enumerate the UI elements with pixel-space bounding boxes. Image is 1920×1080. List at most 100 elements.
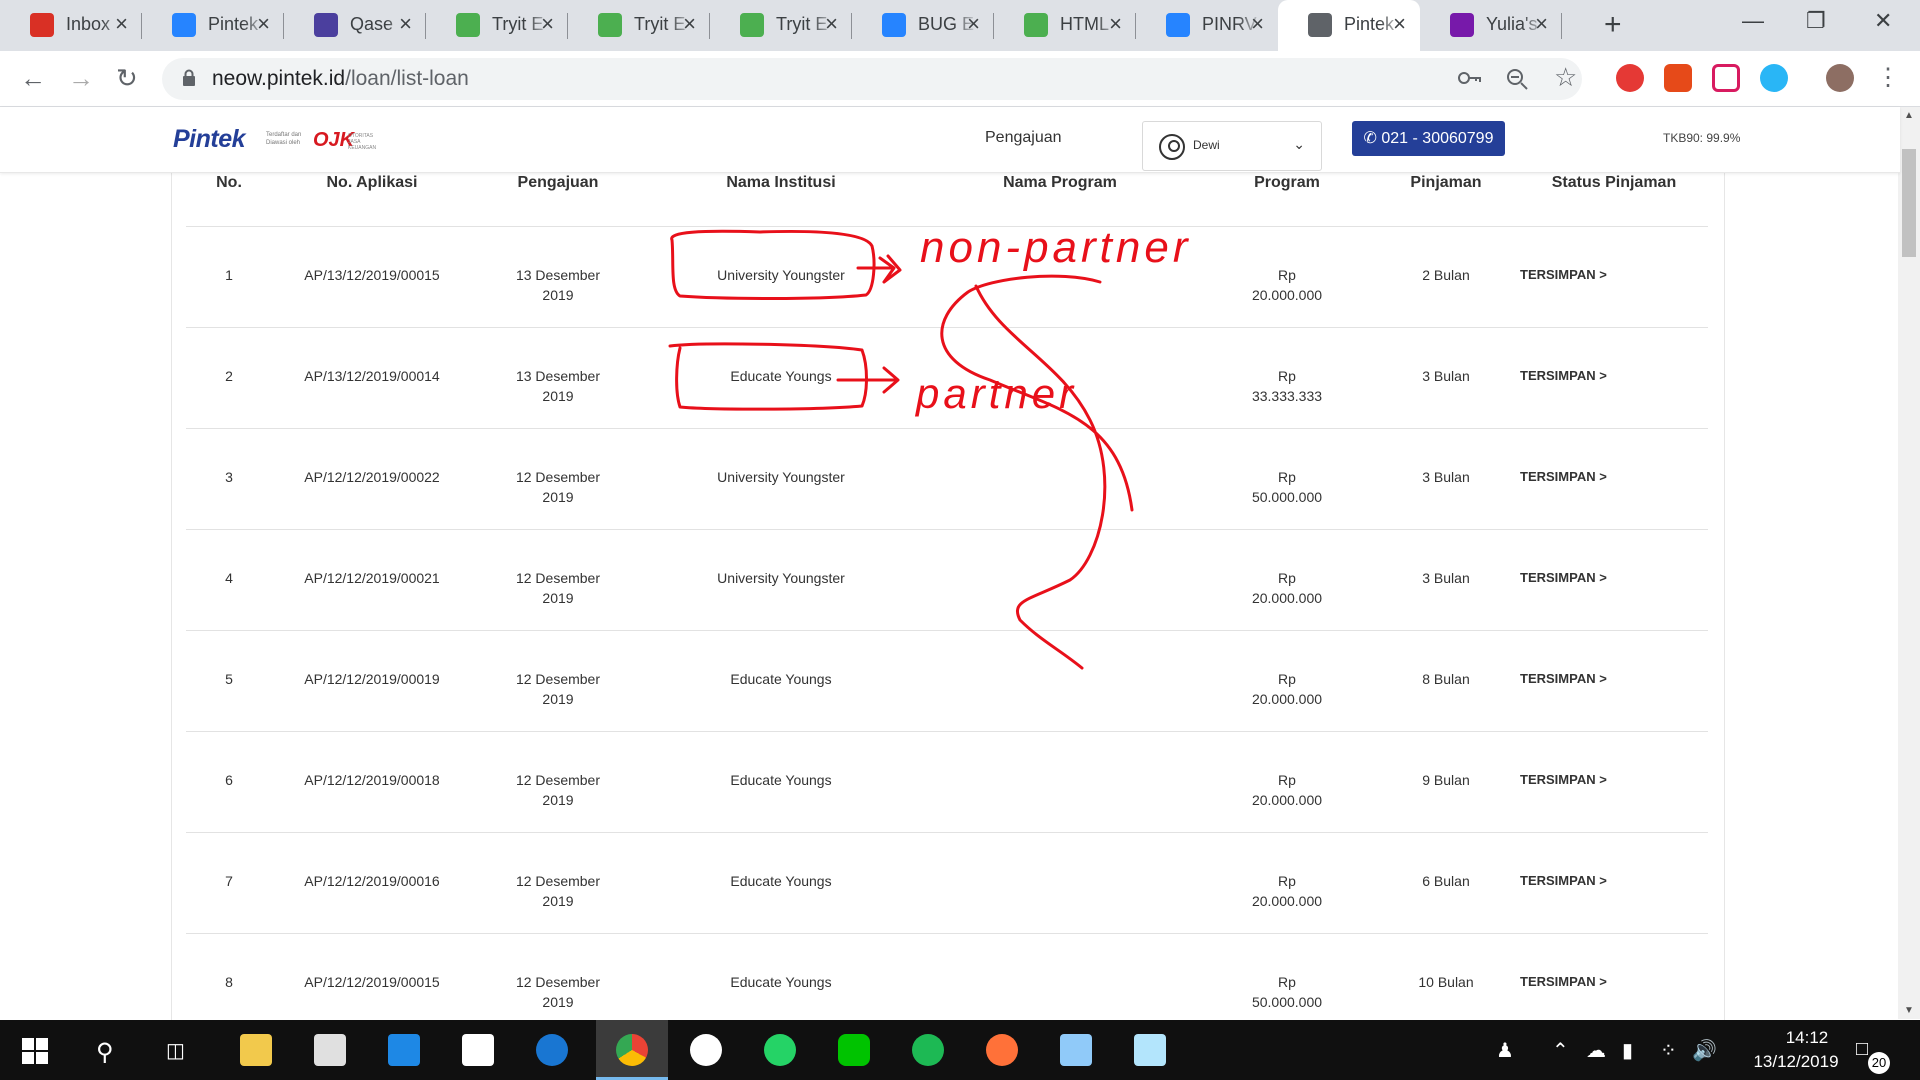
bookmark-star-icon[interactable]: ☆	[1554, 62, 1577, 93]
screenshot-extension-icon[interactable]	[1664, 64, 1692, 92]
adblock-extension-icon[interactable]	[1616, 64, 1644, 92]
restore-button[interactable]: ❐	[1806, 8, 1826, 34]
tab-close-icon[interactable]: ×	[825, 12, 838, 36]
program-name	[918, 630, 1202, 732]
table-row[interactable]: 3 AP/12/12/2019/00022 12 Desember 2019 Unive…	[186, 428, 1708, 530]
tab-close-icon[interactable]: ×	[967, 12, 980, 36]
notepad-icon[interactable]	[1134, 1034, 1166, 1066]
browser-tab[interactable]: BUG E ×	[852, 0, 994, 51]
onedrive-icon[interactable]: ☁	[1586, 1038, 1606, 1063]
nav-pengajuan-link[interactable]: Pengajuan	[985, 129, 1062, 147]
loan-status-link[interactable]: TERSIMPAN >	[1520, 428, 1708, 530]
tab-close-icon[interactable]: ×	[1535, 12, 1548, 36]
date-year: 2019	[542, 791, 574, 808]
battery-icon[interactable]: ▮	[1622, 1038, 1633, 1063]
page-scrollbar[interactable]: ▲ ▼	[1898, 107, 1920, 1019]
browser-tab[interactable]: Pintek ×	[142, 0, 284, 51]
profile-avatar[interactable]	[1826, 64, 1854, 92]
loan-status-link[interactable]: TERSIMPAN >	[1520, 933, 1708, 1035]
edge-icon[interactable]	[536, 1034, 568, 1066]
line-icon[interactable]	[838, 1034, 870, 1066]
submission-date: 12 Desember 2019	[472, 630, 644, 732]
firefox-icon[interactable]	[986, 1034, 1018, 1066]
loan-tenor: 3 Bulan	[1372, 327, 1520, 429]
clock-date[interactable]: 13/12/2019	[1736, 1052, 1856, 1072]
forward-button[interactable]: →	[68, 64, 94, 92]
loan-status-link[interactable]: TERSIMPAN >	[1520, 832, 1708, 934]
submission-date: 13 Desember 2019	[472, 226, 644, 328]
browser-tab[interactable]: Inbox ×	[0, 0, 142, 51]
menu-dots-icon[interactable]: ⋮	[1876, 64, 1900, 92]
scroll-thumb[interactable]	[1902, 149, 1916, 257]
tab-close-icon[interactable]: ×	[541, 12, 554, 36]
clock-time[interactable]: 14:12	[1762, 1028, 1852, 1048]
windows-start-icon[interactable]	[22, 1038, 48, 1064]
scroll-down-arrow[interactable]: ▼	[1904, 1005, 1914, 1016]
institution-name: University Youngster	[644, 226, 918, 328]
people-icon[interactable]: ♟	[1496, 1038, 1514, 1063]
loan-status-link[interactable]: TERSIMPAN >	[1520, 327, 1708, 429]
mail-icon[interactable]	[462, 1034, 494, 1066]
wifi-icon[interactable]: ⁘	[1660, 1038, 1677, 1063]
table-row[interactable]: 2 AP/13/12/2019/00014 13 Desember 2019 Educa…	[186, 327, 1708, 429]
table-row[interactable]: 6 AP/12/12/2019/00018 12 Desember 2019 Educa…	[186, 731, 1708, 833]
loan-status-link[interactable]: TERSIMPAN >	[1520, 731, 1708, 833]
l-app-icon[interactable]	[388, 1034, 420, 1066]
browser-tab[interactable]: Pintek ×	[1278, 0, 1420, 51]
whatsapp-icon[interactable]	[764, 1034, 796, 1066]
table-row[interactable]: 4 AP/12/12/2019/00021 12 Desember 2019 Unive…	[186, 529, 1708, 631]
browser-tab[interactable]: Qase ×	[284, 0, 426, 51]
search-icon[interactable]: ⚲	[96, 1038, 114, 1067]
browser-tab[interactable]: HTML ×	[994, 0, 1136, 51]
table-row[interactable]: 1 AP/13/12/2019/00015 13 Desember 2019 Unive…	[186, 226, 1708, 328]
sync-extension-icon[interactable]	[1760, 64, 1788, 92]
tab-close-icon[interactable]: ×	[115, 12, 128, 36]
chrome-icon[interactable]	[616, 1034, 648, 1066]
back-button[interactable]: ←	[20, 64, 46, 92]
action-center-icon[interactable]: □	[1856, 1038, 1868, 1061]
microsoft-store-icon[interactable]	[314, 1034, 346, 1066]
row-number: 1	[186, 226, 272, 328]
pintek-logo[interactable]: Pintek	[173, 125, 246, 154]
volume-icon[interactable]: 🔊	[1692, 1038, 1717, 1063]
slack-icon[interactable]	[690, 1034, 722, 1066]
institution-name: University Youngster	[644, 529, 918, 631]
institution-name: Educate Youngs	[644, 933, 918, 1035]
table-row[interactable]: 5 AP/12/12/2019/00019 12 Desember 2019 Educa…	[186, 630, 1708, 732]
omnibox[interactable]: neow.pintek.id/loan/list-loan ☆	[162, 58, 1582, 100]
tab-close-icon[interactable]: ×	[399, 12, 412, 36]
tab-close-icon[interactable]: ×	[1251, 12, 1264, 36]
reload-button[interactable]: ↻	[116, 64, 138, 92]
key-icon[interactable]	[1458, 70, 1482, 86]
browser-tab[interactable]: Yulia's ×	[1420, 0, 1562, 51]
new-tab-button[interactable]: +	[1604, 10, 1622, 40]
spotify-icon[interactable]	[912, 1034, 944, 1066]
tab-close-icon[interactable]: ×	[683, 12, 696, 36]
tab-close-icon[interactable]: ×	[1109, 12, 1122, 36]
scroll-up-arrow[interactable]: ▲	[1904, 110, 1914, 121]
browser-tab[interactable]: PINRV ×	[1136, 0, 1278, 51]
loan-status-link[interactable]: TERSIMPAN >	[1520, 630, 1708, 732]
table-row[interactable]: 7 AP/12/12/2019/00016 12 Desember 2019 Educa…	[186, 832, 1708, 934]
task-view-icon[interactable]: ◫	[166, 1038, 185, 1063]
url-text[interactable]: neow.pintek.id/loan/list-loan	[212, 67, 469, 91]
pocket-extension-icon[interactable]	[1712, 64, 1740, 92]
browser-tab[interactable]: Tryit E ×	[568, 0, 710, 51]
file-explorer-icon[interactable]	[240, 1034, 272, 1066]
user-dropdown[interactable]: Dewi ⌄	[1142, 121, 1322, 171]
minimize-button[interactable]: —	[1742, 8, 1764, 34]
program-amount: Rp 50.000.000	[1202, 933, 1372, 1035]
application-number: AP/12/12/2019/00018	[272, 731, 472, 833]
chevron-up-icon[interactable]: ⌃	[1552, 1038, 1569, 1063]
loan-status-link[interactable]: TERSIMPAN >	[1520, 529, 1708, 631]
browser-tab[interactable]: Tryit E ×	[710, 0, 852, 51]
snipping-tool-icon[interactable]	[1060, 1034, 1092, 1066]
browser-tab[interactable]: Tryit E ×	[426, 0, 568, 51]
tab-close-icon[interactable]: ×	[257, 12, 270, 36]
tab-close-icon[interactable]: ×	[1393, 12, 1406, 36]
phone-button[interactable]: ✆ 021 - 30060799	[1352, 121, 1505, 156]
table-row[interactable]: 8 AP/12/12/2019/00015 12 Desember 2019 Educa…	[186, 933, 1708, 1035]
close-window-button[interactable]: ✕	[1874, 8, 1892, 34]
loan-status-link[interactable]: TERSIMPAN >	[1520, 226, 1708, 328]
zoom-icon[interactable]	[1506, 68, 1528, 90]
